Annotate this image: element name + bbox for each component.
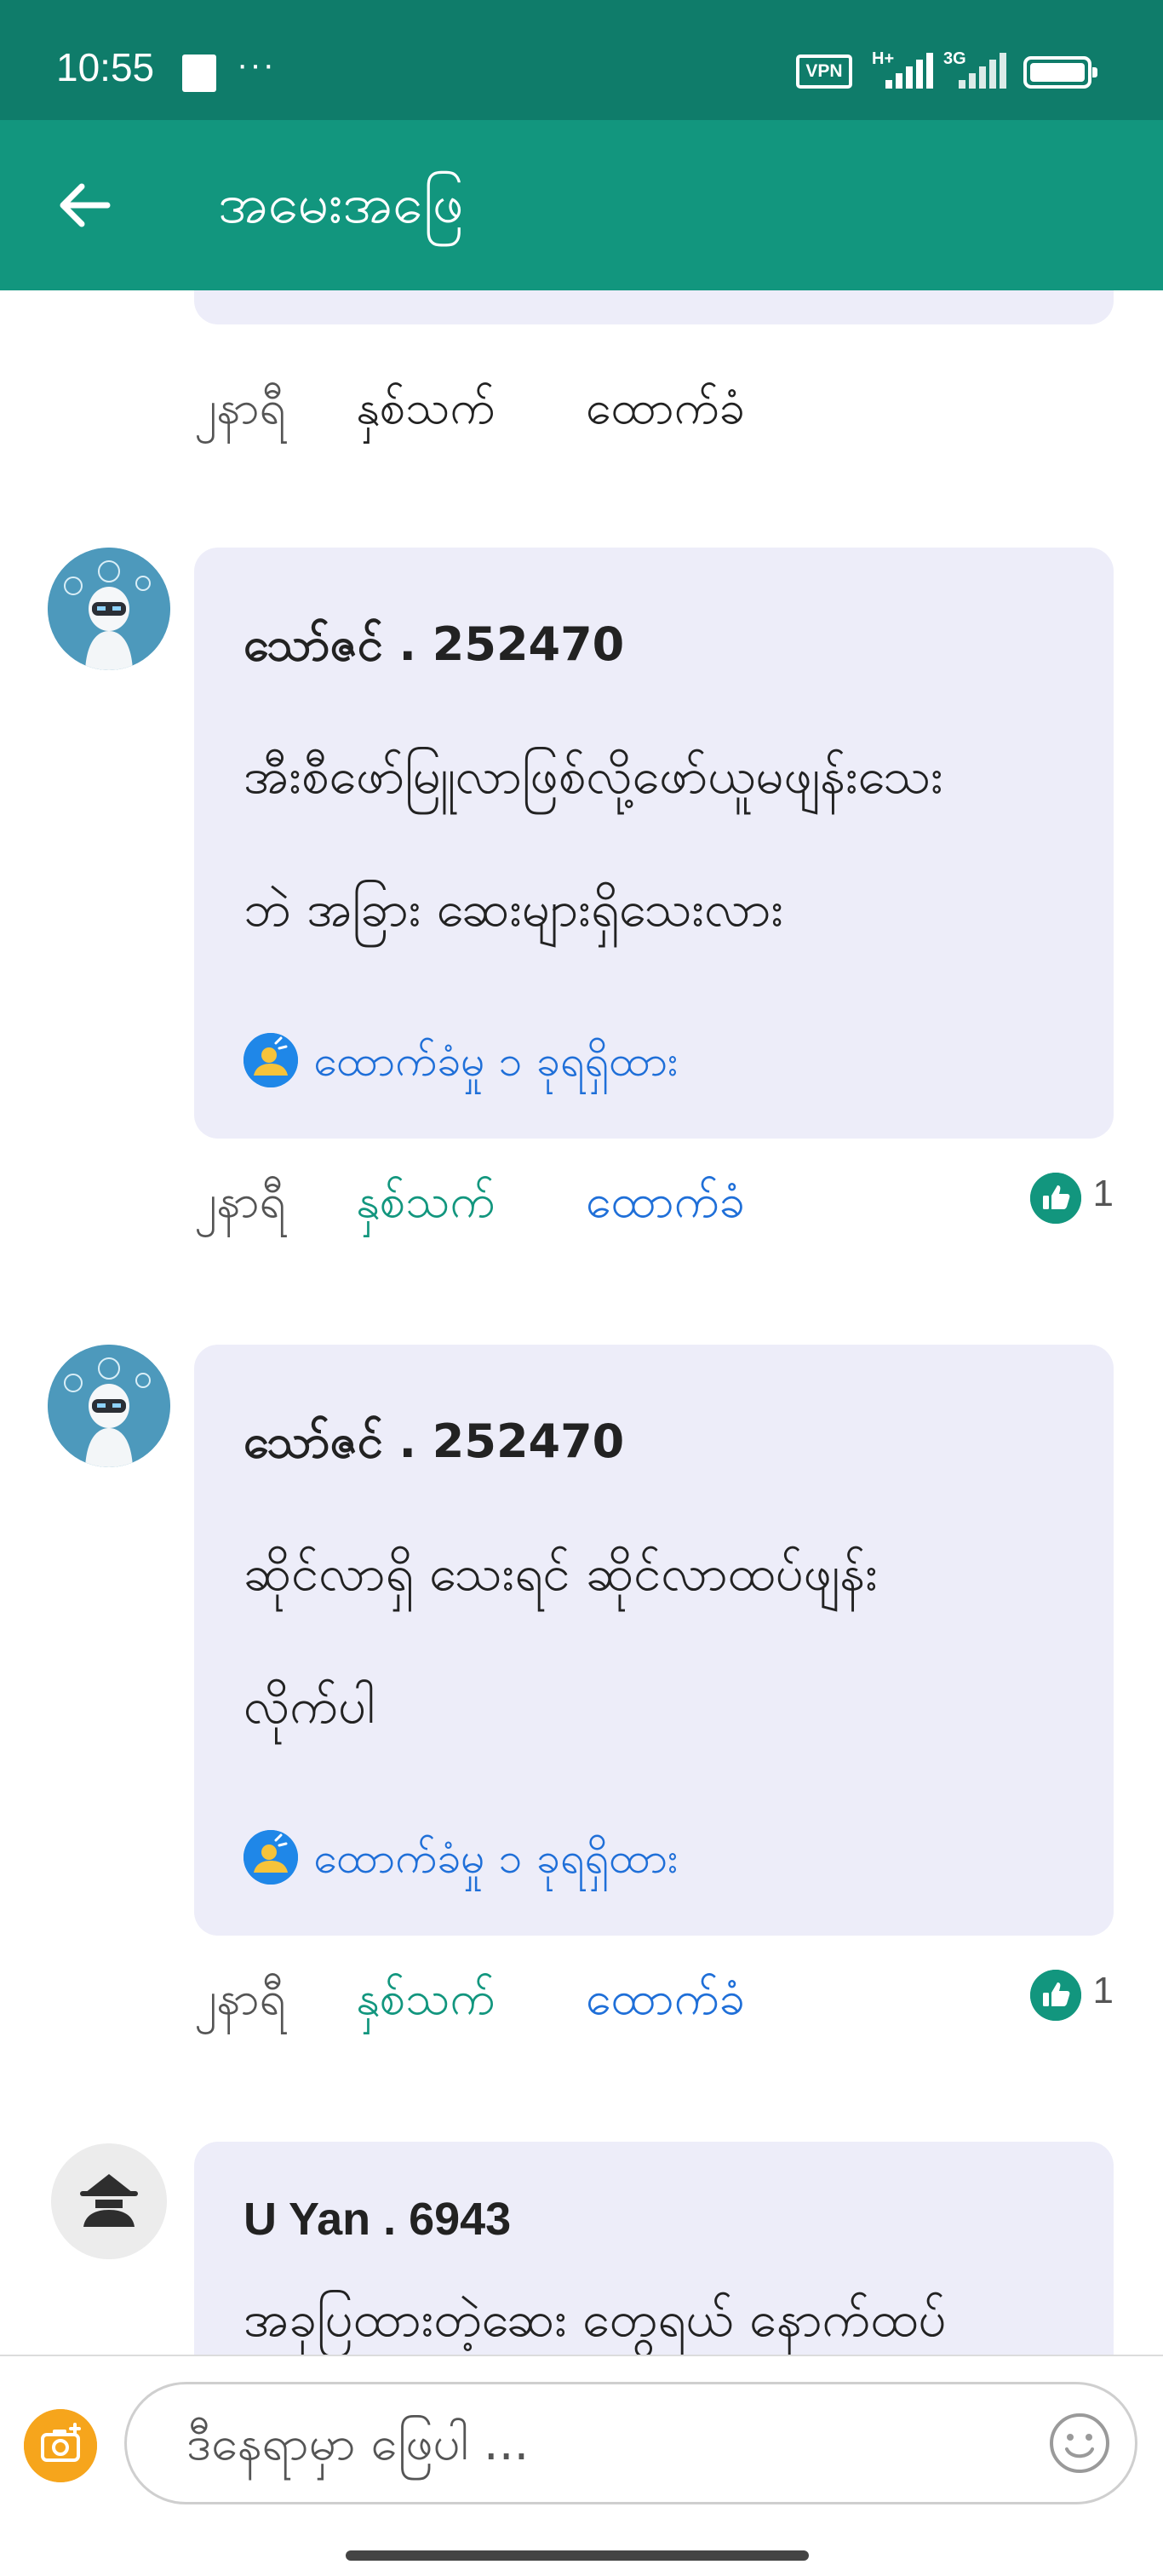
comment-card: U Yan . 6943 အခုပြထားတဲ့ဆေး တွေရယ် နောက်… [194,2142,1114,2355]
comment-card: သော်ဇင် . 252470 အီးစီဖော်မြူလာဖြစ်လို့ဖ… [194,548,1114,1139]
like-count: 1 [1092,1173,1114,1214]
comment-actions: ၂နာရီ နှစ်သက် ထောက်ခံ [194,379,1114,447]
comment-time: ၂နာရီ [194,1174,286,1228]
thumbs-up-icon[interactable] [1030,1173,1081,1224]
avatar[interactable] [48,548,170,670]
support-button[interactable]: ထောက်ခံ [586,1970,745,2037]
avatar[interactable] [51,2143,167,2259]
home-indicator[interactable] [346,2550,809,2561]
support-count-label: ထောက်ခံမှု ၁ ခုရရှိထား [313,1036,679,1086]
support-count-label: ထောက်ခံမှု ၁ ခုရရှိထား [313,1833,679,1883]
comment-card: သော်ဇင် . 252470 ဆိုင်လာရှိ သေးရင် ဆိုင်… [194,1345,1114,1936]
comment-feed[interactable]: ၂နာရီ နှစ်သက် ထောက်ခံ သော်ဇင် . 252470 အ… [0,290,1163,2355]
support-user-icon [243,1033,298,1087]
comment-actions: ၂နာရီ နှစ်သက် ထောက်ခံ 1 [194,1173,1114,1241]
arrow-left-icon [60,183,111,227]
comment-time: ၂နာရီ [194,381,286,434]
comment-author[interactable]: U Yan . 6943 [243,2193,511,2246]
signal-icon [885,53,937,89]
support-user-icon [243,1830,298,1885]
robot-avatar-icon [48,548,170,670]
clock: 10:55 [56,45,155,89]
comment-text: လိုက်ပါ [243,1677,375,1735]
back-button[interactable] [51,171,119,239]
page-title: အမေးအဖြေ [218,173,464,236]
battery-icon [1023,56,1097,89]
answer-input[interactable] [124,2382,1137,2504]
like-button[interactable]: နှစ်သက် [356,379,495,446]
vpn-icon: VPN [796,55,852,89]
comment-author[interactable]: သော်ဇင် . 252470 [243,1413,624,1480]
robot-avatar-icon [48,1345,170,1467]
camera-button[interactable] [24,2409,97,2482]
comment-time: ၂နာရီ [194,1971,286,2025]
comment-text: အခုပြထားတဲ့ဆေး တွေရယ် နောက်ထပ် [243,2290,947,2348]
signal-icon [959,53,1010,89]
comment-text: အီးစီဖော်မြူလာဖြစ်လို့ဖော်ယူမဖျန်းသေး [243,747,943,805]
like-button[interactable]: နှစ်သက် [356,1173,495,1240]
more-notifications-icon: ··· [237,46,276,83]
like-button[interactable]: နှစ်သက် [356,1970,495,2037]
like-count: 1 [1092,1970,1114,2011]
avatar[interactable] [48,1345,170,1467]
comment-text: ဘဲ အခြား ဆေးများရှိသေးလား [243,880,784,938]
anonymous-user-icon [51,2143,167,2259]
emoji-icon [1050,2413,1109,2473]
support-button[interactable]: ထောက်ခံ [586,379,745,446]
comment-card-partial [194,290,1114,324]
comment-author[interactable]: သော်ဇင် . 252470 [243,616,624,683]
notification-square-icon [182,55,216,92]
reply-bar [0,2355,1163,2576]
emoji-button[interactable] [1047,2411,1112,2476]
thumbs-up-icon[interactable] [1030,1970,1081,2021]
support-button[interactable]: ထောက်ခံ [586,1173,745,1240]
camera-icon [24,2409,97,2482]
status-bar: 10:55 ··· VPN H+ 3G [0,0,1163,120]
comment-text: ဆိုင်လာရှိ သေးရင် ဆိုင်လာထပ်ဖျန်း [243,1544,878,1602]
app-bar: အမေးအဖြေ [0,120,1163,290]
comment-actions: ၂နာရီ နှစ်သက် ထောက်ခံ 1 [194,1970,1114,2038]
